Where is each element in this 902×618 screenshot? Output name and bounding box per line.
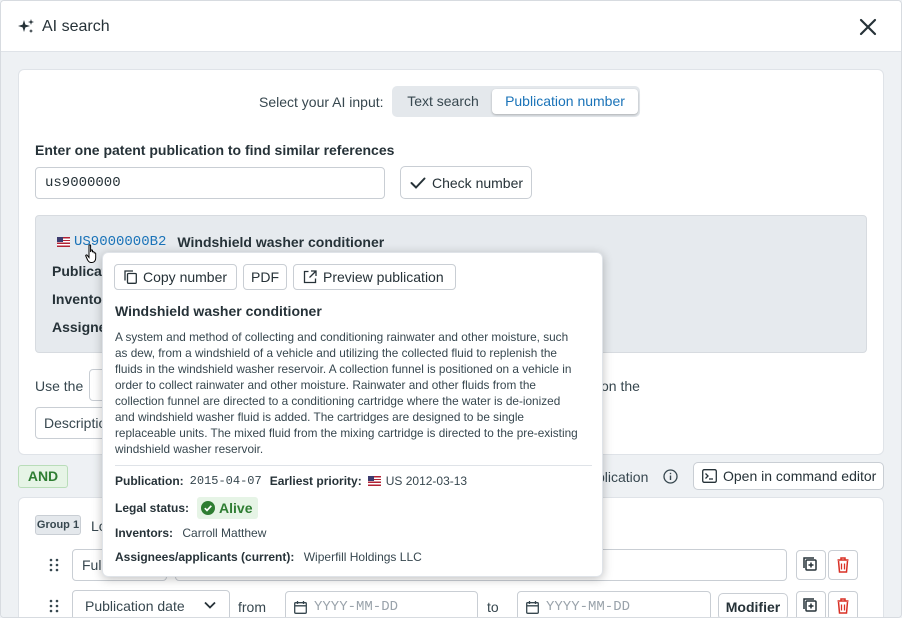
priority-value: US 2012-03-13 [385,474,468,488]
assignees-row: Assignees/applicants (current): Wiperfil… [115,550,422,564]
check-number-label: Check number [432,174,524,191]
row2-field-select-label: Publication date [85,598,185,614]
copy-icon [124,270,137,284]
us-flag-icon [367,476,381,486]
calendar-icon [526,601,539,614]
result-header: US9000000B2 Windshield washer conditione… [57,234,384,250]
row1-delete-button[interactable] [828,550,858,580]
inventors-row: Inventors: Carroll Matthew [115,526,266,540]
publication-preview-popover: Copy number PDF Preview publication Wind… [102,252,603,577]
popover-abstract: A system and method of collecting and co… [115,329,597,457]
publication-date: 2015-04-07 [189,474,262,488]
use-the-suffix: on the [601,378,640,394]
row2-delete-button[interactable] [828,591,858,617]
use-the-prefix: Use the [35,378,84,394]
status-badge: Alive [197,497,259,519]
tab-text-search[interactable]: Text search [396,89,490,114]
ai-search-modal: AI search Select your AI input: Text sea… [0,0,902,618]
external-link-icon [303,270,317,284]
publication-option-label: blication [597,469,649,485]
abstract-line: collection funnel are directed to a cond… [115,394,561,408]
input-selector-label: Select your AI input: [259,94,384,110]
result-field-publication: Publicat [52,263,107,279]
row1-duplicate-button[interactable] [796,550,826,580]
modifier-button[interactable]: Modifier [718,593,788,617]
check-icon [410,177,426,189]
check-number-button[interactable]: Check number [400,166,532,199]
row2-duplicate-button[interactable] [796,591,826,617]
result-field-inventors: Inventor [52,291,108,307]
popover-title: Windshield washer conditioner [115,303,322,319]
copy-number-label: Copy number [143,269,228,285]
chevron-down-icon [204,601,216,609]
legal-status-value: Alive [219,500,253,516]
group-tag: Group 1 [35,515,81,535]
pdf-button[interactable]: PDF [243,264,287,290]
abstract-line: windshield washer reservoir. [115,442,264,456]
assignees-label: Assignees/applicants (current): [115,550,295,564]
info-icon[interactable] [663,469,678,484]
abstract-line: fluids in the windshield washer reservoi… [115,362,572,376]
result-field-assignees: Assigne [52,319,107,335]
publication-label: Publication: [115,474,184,488]
terminal-icon [702,469,717,483]
legal-status-label: Legal status: [115,501,190,515]
trash-icon [837,557,849,573]
date-to-placeholder: YYYY-MM-DD [546,599,631,615]
calendar-icon [294,601,307,614]
abstract-line: replaceable units. The mixed fluid from … [115,426,578,440]
duplicate-icon [803,598,817,612]
tab-publication-number[interactable]: Publication number [492,89,638,114]
preview-publication-button[interactable]: Preview publication [293,264,456,290]
date-from-input[interactable]: YYYY-MM-DD [285,591,478,617]
modal-header: AI search [1,1,901,52]
result-title: Windshield washer conditioner [177,234,385,250]
drag-handle-icon[interactable] [48,598,60,614]
close-icon[interactable] [857,16,879,38]
to-label: to [487,599,499,615]
us-flag-icon [57,237,70,247]
abstract-line: and windshield washer fluid is added. Th… [115,410,524,424]
trash-icon [837,598,849,614]
and-operator[interactable]: AND [18,465,68,488]
publication-input-label: Enter one patent publication to find sim… [35,142,395,158]
preview-publication-label: Preview publication [323,269,444,285]
assignees-value: Wiperfill Holdings LLC [303,550,422,564]
date-from-placeholder: YYYY-MM-DD [314,599,399,615]
publication-meta: Publication: 2015-04-07 Earliest priorit… [115,474,467,488]
open-command-editor-button[interactable]: Open in command editor [693,462,884,490]
abstract-line: as dew, from a windshield of a vehicle a… [115,346,557,360]
abstract-line: order to collect rainwater and other moi… [115,378,536,392]
check-circle-icon [201,501,216,515]
row2-field-select[interactable]: Publication date [72,590,230,617]
sparkle-icon [18,19,34,33]
publication-number-input[interactable]: us9000000 [35,167,385,199]
priority-label: Earliest priority: [269,474,362,488]
hand-cursor-icon [85,244,97,263]
input-type-toggle: Text search Publication number [392,86,640,117]
abstract-line: A system and method of collecting and co… [115,330,569,344]
inventors-label: Inventors: [115,526,174,540]
copy-number-button[interactable]: Copy number [114,264,237,290]
from-label: from [238,599,266,615]
open-command-editor-label: Open in command editor [723,468,877,484]
date-to-input[interactable]: YYYY-MM-DD [517,591,711,617]
drag-handle-icon[interactable] [48,557,60,573]
inventors-value: Carroll Matthew [182,526,267,540]
duplicate-icon [803,557,817,571]
legal-status-row: Legal status: Alive [115,497,259,519]
modal-title: AI search [42,18,110,35]
popover-divider [115,465,592,466]
